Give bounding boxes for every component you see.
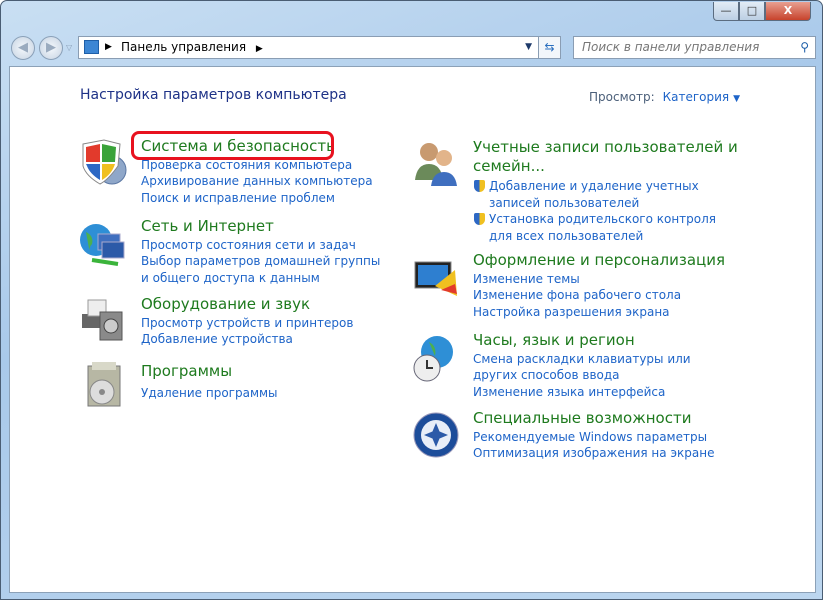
category-network: Сеть и Интернет Просмотр состояния сети … (141, 218, 381, 286)
link-network-status[interactable]: Просмотр состояния сети и задач (141, 237, 381, 254)
link-display-language[interactable]: Изменение языка интерфейса (473, 384, 723, 401)
category-accessibility: Специальные возможности Рекомендуемые Wi… (473, 410, 714, 462)
link-change-background[interactable]: Изменение фона рабочего стола (473, 287, 725, 304)
accessibility-icon (411, 410, 461, 460)
heading-appearance[interactable]: Оформление и персонализация (473, 252, 725, 269)
heading-clock-region[interactable]: Часы, язык и регион (473, 332, 723, 349)
category-clock-region: Часы, язык и регион Смена раскладки клав… (473, 332, 723, 400)
link-add-remove-accounts[interactable]: Добавление и удаление учетных записей по… (473, 178, 743, 211)
link-keyboard-layout[interactable]: Смена раскладки клавиатуры или других сп… (473, 351, 723, 384)
category-user-accounts: Учетные записи пользователей и семейн...… (473, 138, 743, 244)
chevron-right-icon[interactable]: ▶ (256, 44, 263, 54)
link-change-theme[interactable]: Изменение темы (473, 271, 725, 288)
maximize-button[interactable]: □ (739, 2, 765, 21)
link-add-device[interactable]: Добавление устройства (141, 331, 353, 348)
heading-network[interactable]: Сеть и Интернет (141, 218, 381, 235)
printer-speaker-icon (78, 296, 128, 346)
heading-accessibility[interactable]: Специальные возможности (473, 410, 714, 427)
chevron-down-icon[interactable]: ▼ (733, 94, 740, 104)
search-input[interactable]: Поиск в панели управления ⚲ (573, 36, 816, 59)
personalization-icon (411, 256, 461, 306)
link-parental-controls[interactable]: Установка родительского контроля для все… (473, 211, 743, 244)
shield-icon (78, 138, 128, 188)
link-troubleshoot[interactable]: Поиск и исправление проблем (141, 190, 373, 207)
search-icon[interactable]: ⚲ (800, 37, 809, 58)
view-label: Просмотр: (589, 90, 655, 104)
search-placeholder: Поиск в панели управления (582, 40, 759, 54)
forward-button[interactable]: ▶ (39, 36, 63, 60)
breadcrumb-control-panel[interactable]: Панель управления (121, 40, 246, 54)
heading-user-accounts[interactable]: Учетные записи пользователей и семейн... (473, 138, 743, 176)
link-uninstall[interactable]: Удаление программы (141, 385, 278, 402)
link-homegroup[interactable]: Выбор параметров домашней группы и общег… (141, 253, 381, 286)
close-button[interactable]: X (765, 2, 811, 21)
category-hardware: Оборудование и звук Просмотр устройств и… (141, 296, 353, 348)
back-button[interactable]: ◀ (11, 36, 35, 60)
link-devices-printers[interactable]: Просмотр устройств и принтеров (141, 315, 353, 332)
link-backup[interactable]: Архивирование данных компьютера (141, 173, 373, 190)
category-programs: Программы Удаление программы (141, 363, 278, 401)
chevron-right-icon: ▶ (105, 37, 112, 58)
heading-hardware[interactable]: Оборудование и звук (141, 296, 353, 313)
users-icon (411, 138, 461, 188)
heading-programs[interactable]: Программы (141, 363, 278, 380)
page-title: Настройка параметров компьютера (80, 87, 347, 103)
recent-pages-dropdown[interactable]: ▽ (66, 43, 72, 52)
highlight-annotation (131, 131, 334, 160)
link-screen-resolution[interactable]: Настройка разрешения экрана (473, 304, 725, 321)
clock-globe-icon (411, 334, 461, 384)
minimize-button[interactable]: — (713, 2, 739, 21)
view-value[interactable]: Категория (663, 90, 730, 104)
network-globe-icon (78, 220, 128, 270)
address-bar[interactable]: ▶ Панель управления ▶ ▼ (78, 36, 539, 59)
address-dropdown-icon[interactable]: ▼ (525, 37, 532, 58)
control-panel-icon (84, 40, 99, 54)
view-selector[interactable]: Просмотр: Категория▼ (589, 90, 740, 104)
link-optimize-display[interactable]: Оптимизация изображения на экране (473, 445, 714, 462)
refresh-button[interactable]: ⇆ (539, 36, 561, 59)
category-appearance: Оформление и персонализация Изменение те… (473, 252, 725, 320)
link-recommended-settings[interactable]: Рекомендуемые Windows параметры (473, 429, 714, 446)
programs-icon (78, 360, 128, 410)
